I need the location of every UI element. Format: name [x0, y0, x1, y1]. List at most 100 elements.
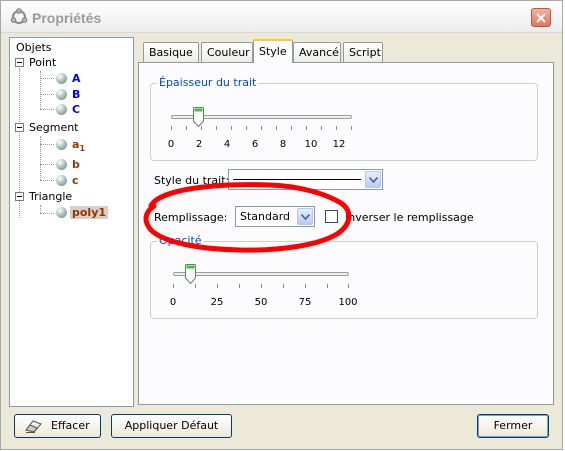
opacity-slider-thumb[interactable] — [185, 264, 196, 285]
slider-tick — [306, 126, 307, 130]
slider-tick — [283, 284, 284, 288]
fill-label: Remplissage: — [154, 211, 228, 224]
slider-tick — [186, 126, 187, 130]
slider-tick — [195, 284, 196, 288]
opacity-tick-label: 75 — [298, 297, 312, 308]
close-window-button[interactable] — [531, 8, 551, 27]
line-style-dropdown[interactable] — [228, 169, 383, 190]
fill-dropdown-value: Standard — [240, 210, 291, 223]
tree-item-label: b — [72, 158, 80, 171]
clear-button[interactable]: Effacer — [14, 414, 101, 438]
thickness-tick-label: 2 — [195, 139, 203, 150]
slider-tick — [246, 126, 247, 130]
line-thickness-slider-thumb[interactable] — [193, 107, 204, 128]
apply-default-button[interactable]: Appliquer Défaut — [111, 414, 232, 438]
tree-group-label: Point — [29, 56, 57, 69]
slider-tick — [216, 126, 217, 130]
object-tree[interactable]: Objets Point A B C Segment a1 b c Triang… — [9, 37, 134, 407]
tree-item-label: poly1 — [70, 206, 109, 219]
invert-fill-label[interactable]: Inverser le remplissage — [345, 211, 474, 224]
opacity-tick-label: 0 — [169, 297, 177, 308]
tree-connector — [40, 78, 54, 79]
close-button[interactable]: Fermer — [477, 414, 549, 438]
tree-connector — [40, 164, 54, 165]
slider-tick — [291, 126, 292, 130]
solid-line-preview — [233, 179, 361, 180]
style-tab-panel: Épaisseur du trait 0 2 4 6 8 10 12 Style… — [138, 62, 554, 405]
window-title: Propriétés — [32, 10, 102, 26]
tree-item-label: c — [72, 174, 79, 187]
thickness-tick-label: 8 — [279, 139, 287, 150]
slider-tick — [261, 126, 262, 130]
opacity-tick-label: 25 — [210, 297, 224, 308]
tree-item-label: a1 — [72, 138, 85, 153]
tree-item-label: A — [72, 72, 81, 85]
thickness-tick-label: 4 — [223, 139, 231, 150]
close-icon — [536, 13, 546, 23]
invert-fill-checkbox[interactable] — [325, 210, 338, 223]
tree-connector — [40, 180, 54, 181]
tree-item-label: C — [72, 103, 81, 116]
fill-dropdown[interactable]: Standard — [235, 206, 315, 227]
chevron-down-icon — [369, 177, 378, 183]
object-visible-icon[interactable] — [56, 89, 67, 100]
chevron-down-icon — [301, 214, 310, 220]
properties-app-icon — [10, 8, 28, 26]
thickness-tick-label: 0 — [167, 139, 175, 150]
slider-tick — [305, 284, 306, 288]
dropdown-button[interactable] — [365, 171, 381, 188]
line-style-label: Style du trait: — [154, 174, 230, 187]
tree-item-label: B — [72, 88, 81, 101]
slider-tick — [217, 284, 218, 288]
object-visible-icon[interactable] — [56, 73, 67, 84]
tree-group-label: Triangle — [29, 190, 73, 203]
tree-connector — [40, 71, 41, 109]
tree-connector — [40, 94, 54, 95]
slider-tick — [327, 284, 328, 288]
tab-basique[interactable]: Basique — [143, 42, 199, 62]
collapse-icon[interactable] — [15, 123, 24, 132]
slider-tick — [231, 126, 232, 130]
object-visible-icon[interactable] — [56, 139, 67, 150]
slider-tick — [348, 284, 349, 288]
tree-group-label: Segment — [29, 121, 79, 134]
properties-window: Propriétés Objets Point A B C Segment a1… — [0, 0, 563, 450]
line-thickness-title: Épaisseur du trait — [157, 76, 259, 89]
opacity-title: Opacité — [157, 234, 204, 247]
opacity-tick-label: 100 — [338, 297, 358, 308]
eraser-icon — [25, 419, 43, 436]
object-visible-icon[interactable] — [56, 159, 67, 170]
opacity-track[interactable] — [173, 272, 349, 276]
slider-tick — [173, 284, 174, 288]
slider-tick — [336, 126, 337, 130]
slider-tick — [171, 126, 172, 130]
slider-tick — [239, 284, 240, 288]
thickness-tick-label: 10 — [304, 139, 318, 150]
object-visible-icon[interactable] — [56, 207, 67, 218]
collapse-icon[interactable] — [15, 192, 24, 201]
tab-avance[interactable]: Avancé — [293, 42, 341, 62]
tab-script[interactable]: Script — [343, 42, 383, 62]
tab-couleur[interactable]: Couleur — [201, 42, 253, 62]
tree-root-objets[interactable]: Objets — [16, 41, 52, 54]
collapse-icon[interactable] — [15, 58, 24, 67]
title-bar[interactable]: Propriétés — [1, 1, 562, 33]
tree-connector — [40, 213, 54, 214]
object-visible-icon[interactable] — [56, 175, 67, 186]
thickness-tick-label: 6 — [251, 139, 259, 150]
dropdown-button[interactable] — [297, 208, 313, 225]
slider-tick — [261, 284, 262, 288]
object-visible-icon[interactable] — [56, 104, 67, 115]
segment-subscript: 1 — [79, 144, 86, 154]
thickness-tick-label: 12 — [332, 139, 346, 150]
clear-button-label: Effacer — [51, 419, 90, 432]
tree-connector — [40, 136, 41, 180]
tree-connector — [40, 109, 54, 110]
slider-tick — [321, 126, 322, 130]
tree-connector — [40, 144, 54, 145]
opacity-tick-label: 50 — [254, 297, 268, 308]
slider-tick — [276, 126, 277, 130]
tab-style[interactable]: Style — [253, 39, 293, 63]
tree-connector — [40, 205, 41, 213]
slider-tick — [351, 126, 352, 130]
